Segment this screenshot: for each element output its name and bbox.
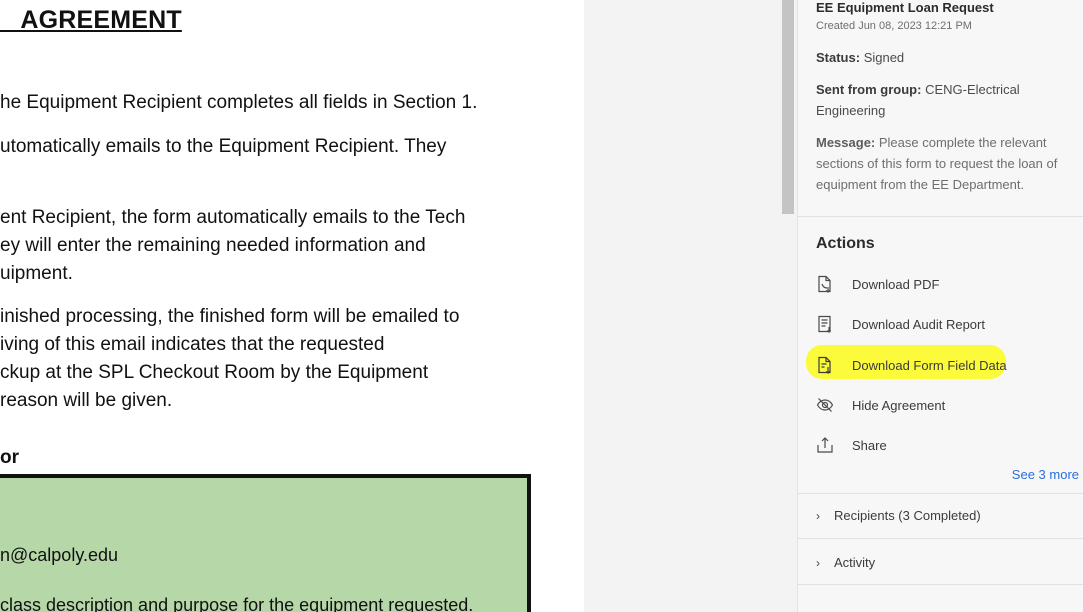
recipients-section-toggle[interactable]: › Recipients (3 Completed)	[816, 508, 981, 523]
activity-section-toggle[interactable]: › Activity	[816, 555, 875, 570]
document-line: inished processing, the finished form wi…	[0, 306, 460, 327]
group-field: Sent from group: CENG-Electrical Enginee…	[816, 79, 1071, 121]
document-viewer: _ AGREEMENT he Equipment Recipient compl…	[0, 0, 584, 612]
document-line: he Equipment Recipient completes all fie…	[0, 92, 478, 113]
actions-title: Actions	[816, 235, 875, 252]
section-label: or	[0, 447, 19, 468]
divider	[798, 493, 1083, 494]
activity-label: Activity	[834, 555, 876, 570]
created-date: Created Jun 08, 2023 12:21 PM	[816, 20, 972, 32]
status-field: Status: Signed	[816, 47, 1071, 68]
eye-slash-icon	[816, 396, 834, 414]
form-section-box: n@calpoly.edu class description and purp…	[0, 474, 531, 612]
document-line: ent Recipient, the form automatically em…	[0, 207, 466, 228]
action-label: Share	[852, 437, 887, 453]
document-line: iving of this email indicates that the r…	[0, 334, 385, 355]
action-label: Download Audit Report	[852, 316, 985, 332]
group-label: Sent from group:	[816, 82, 922, 97]
action-label: Hide Agreement	[852, 397, 946, 413]
download-audit-report-button[interactable]: Download Audit Report	[816, 312, 985, 336]
pdf-download-icon	[816, 275, 834, 293]
document-heading: _ AGREEMENT	[0, 6, 182, 34]
document-line: uipment.	[0, 263, 73, 284]
agreement-details-panel: EE Equipment Loan Request Created Jun 08…	[797, 0, 1083, 612]
action-label: Download Form Field Data	[852, 357, 1007, 373]
divider	[798, 538, 1083, 539]
status-label: Status:	[816, 50, 861, 65]
document-line: reason will be given.	[0, 390, 173, 411]
divider	[798, 584, 1083, 585]
hide-agreement-button[interactable]: Hide Agreement	[816, 393, 945, 417]
form-data-download-icon	[816, 356, 834, 374]
scrollbar-thumb[interactable]	[782, 0, 794, 214]
agreement-title: EE Equipment Loan Request	[816, 0, 994, 15]
audit-report-icon	[816, 315, 834, 333]
divider	[798, 216, 1083, 217]
document-line: ckup at the SPL Checkout Room by the Equ…	[0, 362, 429, 383]
share-button[interactable]: Share	[816, 433, 887, 457]
see-more-link[interactable]: See 3 more	[1012, 467, 1079, 482]
recipients-label: Recipients (3 Completed)	[834, 508, 981, 523]
document-line: utomatically emails to the Equipment Rec…	[0, 136, 447, 157]
chevron-right-icon: ›	[816, 508, 820, 523]
action-label: Download PDF	[852, 276, 940, 292]
message-field: Message: Please complete the relevant se…	[816, 132, 1071, 195]
status-value: Signed	[863, 50, 905, 65]
description-prompt: class description and purpose for the eq…	[0, 595, 474, 612]
document-line: ey will enter the remaining needed infor…	[0, 235, 426, 256]
message-label: Message:	[816, 135, 876, 150]
download-form-field-data-button[interactable]: Download Form Field Data	[816, 353, 1007, 377]
chevron-right-icon: ›	[816, 555, 820, 570]
download-pdf-button[interactable]: Download PDF	[816, 272, 939, 296]
email-value: n@calpoly.edu	[0, 545, 119, 565]
viewer-gutter	[584, 0, 797, 612]
share-icon	[816, 436, 834, 454]
